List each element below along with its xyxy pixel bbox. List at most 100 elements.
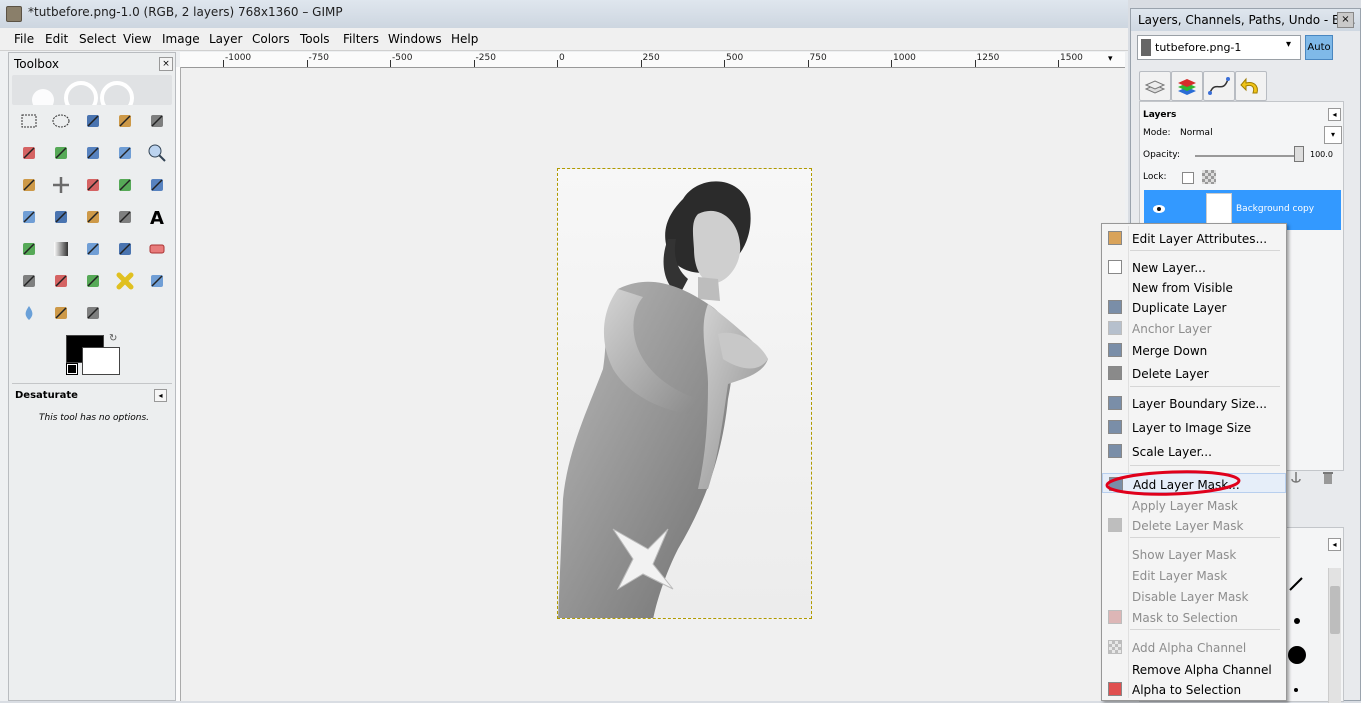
align-tool-icon[interactable]	[81, 173, 105, 197]
horizontal-ruler[interactable]: ▾ -1000 -750 -500 -250 0 250 500 750 1000 1250 150…	[180, 52, 1125, 68]
menu-item-delete-layer-mask[interactable]: Delete Layer Mask	[1102, 515, 1286, 535]
opacity-slider[interactable]	[1195, 155, 1295, 157]
undo-tab[interactable]	[1235, 71, 1267, 101]
shear-tool-icon[interactable]	[49, 205, 73, 229]
collapse-icon[interactable]: ◂	[1328, 538, 1341, 551]
swap-colors-icon[interactable]: ↻	[109, 333, 117, 344]
foreground-select-tool-icon[interactable]	[49, 141, 73, 165]
ink-tool-icon[interactable]	[49, 269, 73, 293]
opacity-value[interactable]: 100.0	[1310, 150, 1333, 159]
menu-item-new-from-visible[interactable]: New from Visible	[1102, 277, 1286, 297]
clone-tool-icon[interactable]	[81, 269, 105, 293]
pencil-tool-icon[interactable]	[81, 237, 105, 261]
menu-item-layer-to-image-size[interactable]: Layer to Image Size	[1102, 417, 1286, 437]
paths-tab[interactable]	[1203, 71, 1235, 101]
menu-edit[interactable]: Edit	[45, 32, 68, 46]
heal-tool-icon[interactable]	[113, 269, 137, 293]
menu-help[interactable]: Help	[451, 32, 478, 46]
eye-icon[interactable]	[1152, 204, 1166, 214]
title-bar[interactable]: *tutbefore.png-1.0 (RGB, 2 layers) 768x1…	[0, 0, 1128, 28]
color-picker-tool-icon[interactable]	[113, 141, 137, 165]
eraser-tool-icon[interactable]	[145, 237, 169, 261]
bucket-fill-tool-icon[interactable]	[17, 237, 41, 261]
menu-layer[interactable]: Layer	[209, 32, 242, 46]
text-tool-icon[interactable]: A	[145, 205, 169, 229]
layers-tab[interactable]	[1139, 71, 1171, 101]
flip-tool-icon[interactable]	[113, 205, 137, 229]
menu-windows[interactable]: Windows	[388, 32, 442, 46]
trash-icon[interactable]	[1321, 471, 1335, 485]
rotate-tool-icon[interactable]	[145, 173, 169, 197]
menu-item-layer-boundary-size[interactable]: Layer Boundary Size...	[1102, 393, 1286, 413]
mode-select[interactable]: Normal	[1180, 128, 1213, 138]
close-icon[interactable]: ×	[1337, 12, 1354, 28]
menu-item-delete-layer[interactable]: Delete Layer	[1102, 363, 1286, 383]
close-icon[interactable]: ×	[159, 57, 173, 71]
menu-select[interactable]: Select	[79, 32, 116, 46]
free-select-tool-icon[interactable]	[81, 109, 105, 133]
scrollbar[interactable]	[1328, 568, 1341, 703]
rect-select-tool-icon[interactable]	[17, 109, 41, 133]
default-colors-icon[interactable]	[66, 363, 78, 375]
menu-item-apply-layer-mask[interactable]: Apply Layer Mask	[1102, 495, 1286, 515]
scale-tool-icon[interactable]	[17, 205, 41, 229]
channels-tab[interactable]	[1171, 71, 1203, 101]
move-tool-icon[interactable]	[49, 173, 73, 197]
smudge-tool-icon[interactable]	[49, 301, 73, 325]
collapse-icon[interactable]: ◂	[1328, 108, 1341, 121]
menu-item-alpha-to-selection[interactable]: Alpha to Selection	[1102, 679, 1286, 699]
airbrush-tool-icon[interactable]	[17, 269, 41, 293]
menu-item-mask-to-selection[interactable]: Mask to Selection	[1102, 607, 1286, 627]
menu-item-merge-down[interactable]: Merge Down	[1102, 340, 1286, 360]
menu-file[interactable]: File	[14, 32, 34, 46]
menu-item-label: Disable Layer Mask	[1132, 590, 1249, 604]
perspective-tool-icon[interactable]	[81, 205, 105, 229]
scissors-tool-icon[interactable]	[17, 141, 41, 165]
zoom-tool-icon[interactable]	[145, 141, 169, 165]
scrollbar-thumb[interactable]	[1330, 586, 1340, 634]
select-by-color-tool-icon[interactable]	[145, 109, 169, 133]
background-color-swatch[interactable]	[82, 347, 120, 375]
menu-item-remove-alpha-channel[interactable]: Remove Alpha Channel	[1102, 659, 1286, 679]
collapse-icon[interactable]: ◂	[154, 389, 167, 402]
menu-filters[interactable]: Filters	[343, 32, 379, 46]
paths-tool-icon[interactable]	[81, 141, 105, 165]
chevron-down-icon[interactable]: ▾	[1324, 126, 1342, 144]
crop-tool-icon[interactable]	[113, 173, 137, 197]
menu-image[interactable]: Image	[162, 32, 200, 46]
menu-item-add-alpha-channel[interactable]: Add Alpha Channel	[1102, 637, 1286, 657]
menu-item-edit-layer-attributes[interactable]: Edit Layer Attributes...	[1102, 228, 1286, 248]
anchor-icon[interactable]	[1289, 471, 1303, 485]
menu-item-duplicate-layer[interactable]: Duplicate Layer	[1102, 297, 1286, 317]
paintbrush-tool-icon[interactable]	[113, 237, 137, 261]
fuzzy-select-tool-icon[interactable]	[113, 109, 137, 133]
menu-item-disable-layer-mask[interactable]: Disable Layer Mask	[1102, 586, 1286, 606]
menu-item-scale-layer[interactable]: Scale Layer...	[1102, 441, 1286, 461]
measure-tool-icon[interactable]	[17, 173, 41, 197]
dock-title-bar[interactable]: Layers, Channels, Paths, Undo - Br... ×	[1131, 9, 1360, 31]
blend-tool-icon[interactable]	[49, 237, 73, 261]
brush-large[interactable]	[1288, 646, 1306, 664]
navigate-arrow-icon[interactable]: ▾	[1108, 54, 1113, 64]
ruler-label: 0	[559, 53, 565, 63]
blur-tool-icon[interactable]	[17, 301, 41, 325]
menu-item-edit-layer-mask[interactable]: Edit Layer Mask	[1102, 565, 1286, 585]
dodge-burn-tool-icon[interactable]	[81, 301, 105, 325]
lock-pixels-checkbox[interactable]	[1182, 172, 1194, 184]
menu-colors[interactable]: Colors	[252, 32, 290, 46]
menu-view[interactable]: View	[123, 32, 151, 46]
menu-tools[interactable]: Tools	[300, 32, 330, 46]
brush-line-icon[interactable]	[1288, 576, 1304, 592]
lock-alpha-icon[interactable]	[1202, 170, 1216, 184]
ellipse-select-tool-icon[interactable]	[49, 109, 73, 133]
auto-button[interactable]: Auto	[1305, 35, 1333, 60]
image-canvas[interactable]	[557, 168, 812, 619]
opacity-slider-thumb[interactable]	[1294, 146, 1304, 162]
image-select[interactable]: tutbefore.png-1 ▾	[1137, 35, 1301, 60]
brush-small[interactable]	[1294, 618, 1300, 624]
perspective-clone-tool-icon[interactable]	[145, 269, 169, 293]
menu-item-anchor-layer[interactable]: Anchor Layer	[1102, 318, 1286, 338]
menu-item-show-layer-mask[interactable]: Show Layer Mask	[1102, 544, 1286, 564]
menu-item-new-layer[interactable]: New Layer...	[1102, 257, 1286, 277]
brush-tiny[interactable]	[1294, 688, 1298, 692]
